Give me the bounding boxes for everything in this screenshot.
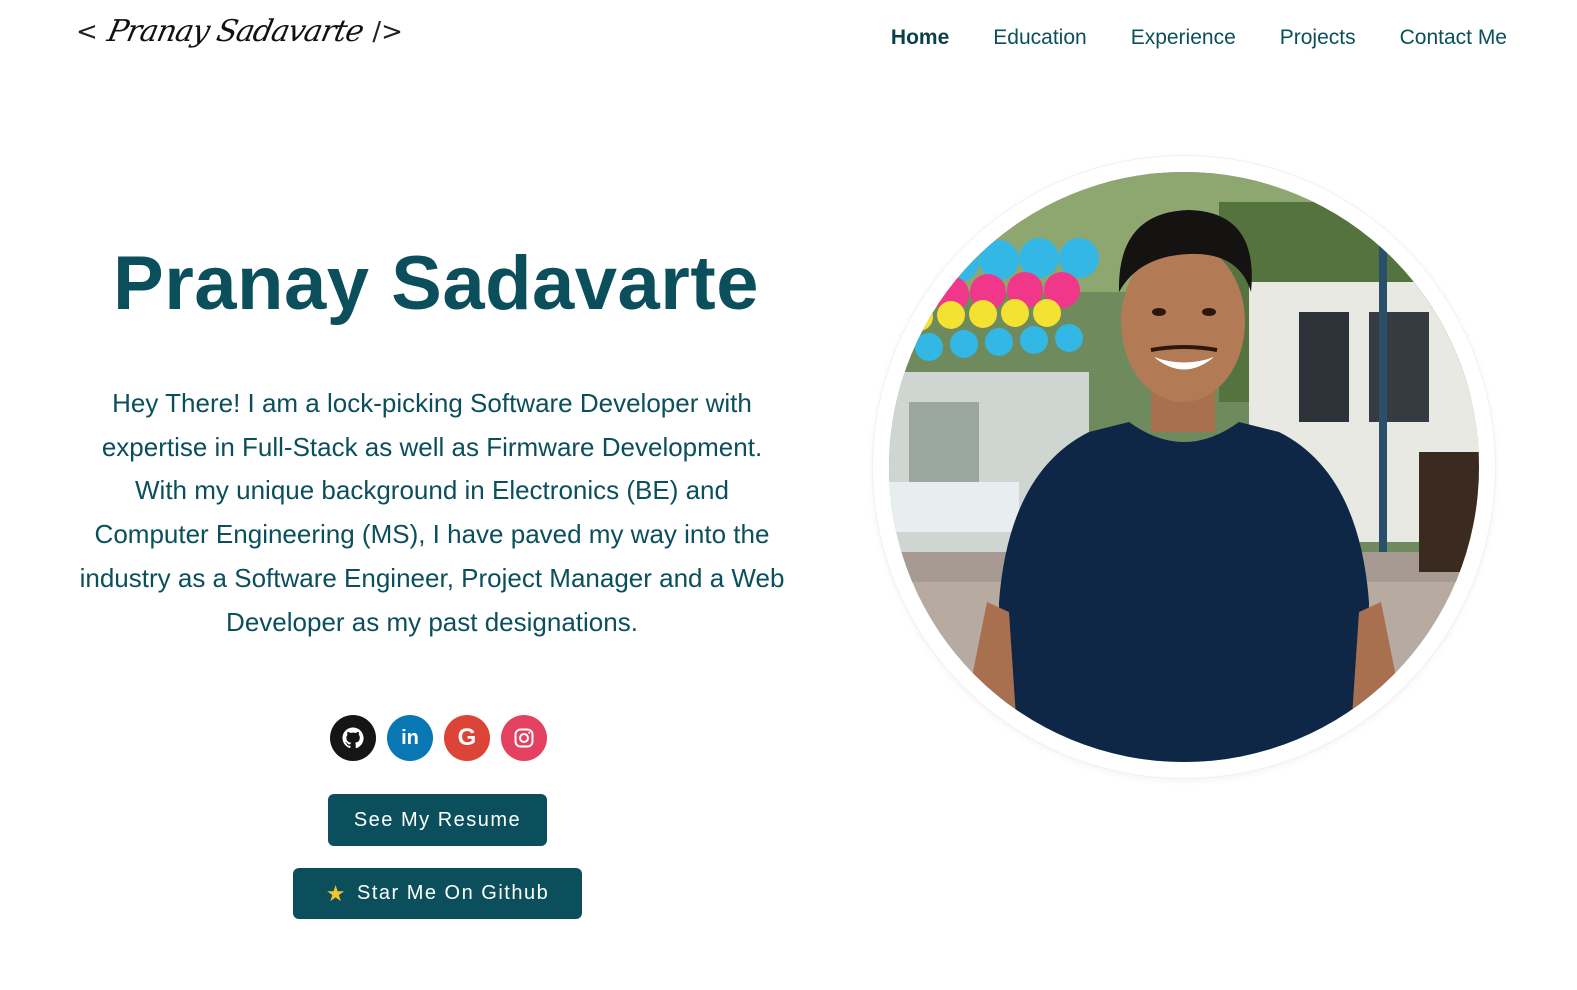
hero-name: Pranay Sadavarte bbox=[113, 241, 759, 326]
github-link[interactable] bbox=[330, 715, 376, 761]
profile-photo bbox=[889, 172, 1479, 762]
star-github-button[interactable]: ★ Star Me On Github bbox=[293, 868, 582, 919]
see-resume-button[interactable]: See My Resume bbox=[328, 794, 547, 846]
hero-bio: Hey There! I am a lock-picking Software … bbox=[79, 388, 785, 637]
star-icon: ★ bbox=[325, 880, 347, 906]
profile-photo-illustration bbox=[889, 172, 1479, 762]
google-link[interactable]: G bbox=[444, 715, 490, 761]
social-links: in G bbox=[330, 715, 547, 761]
logo-open-bracket: < bbox=[76, 16, 98, 47]
nav-projects[interactable]: Projects bbox=[1280, 26, 1356, 50]
instagram-icon bbox=[514, 728, 534, 748]
see-resume-label: See My Resume bbox=[353, 808, 522, 831]
profile-photo-frame bbox=[873, 156, 1495, 778]
site-logo[interactable]: < Pranay Sadavarte /> bbox=[76, 14, 403, 49]
github-icon bbox=[342, 727, 364, 749]
linkedin-link[interactable]: in bbox=[387, 715, 433, 761]
linkedin-icon: in bbox=[401, 726, 419, 749]
logo-signature: Pranay Sadavarte bbox=[104, 14, 367, 49]
main-nav: Home Education Experience Projects Conta… bbox=[891, 26, 1507, 50]
star-github-label: Star Me On Github bbox=[356, 882, 550, 904]
nav-education[interactable]: Education bbox=[993, 26, 1086, 50]
nav-experience[interactable]: Experience bbox=[1131, 26, 1236, 50]
google-icon: G bbox=[457, 724, 477, 751]
nav-home[interactable]: Home bbox=[891, 26, 949, 50]
instagram-link[interactable] bbox=[501, 715, 547, 761]
logo-close-bracket: /> bbox=[372, 16, 403, 47]
page: < Pranay Sadavarte /> Home Education Exp… bbox=[0, 0, 1577, 990]
nav-contact-me[interactable]: Contact Me bbox=[1400, 26, 1507, 50]
